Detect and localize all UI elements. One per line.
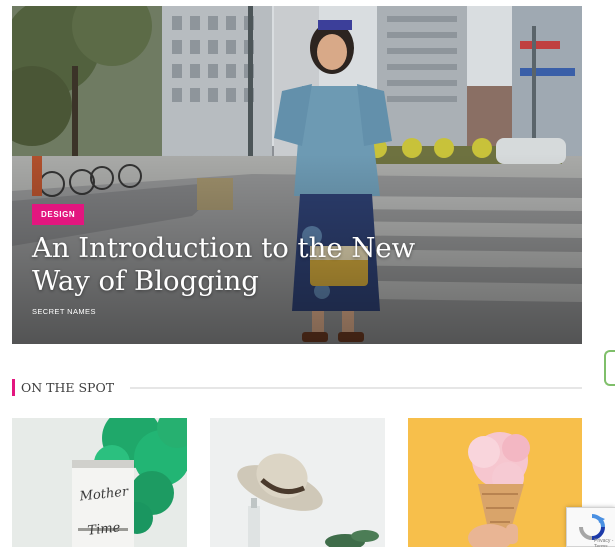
- hero-post-title[interactable]: An Introduction to the New Way of Bloggi…: [32, 232, 472, 298]
- hero-post-author[interactable]: Secret Names: [32, 307, 96, 316]
- category-badge[interactable]: Design: [32, 204, 85, 225]
- recaptcha-caption[interactable]: Privacy - Terms: [594, 538, 615, 547]
- post-card-3[interactable]: [408, 418, 582, 547]
- section-header: ON THE SPOT: [12, 377, 582, 399]
- section-accent-bar: [12, 379, 15, 396]
- post-card-2[interactable]: [210, 418, 385, 547]
- hero-post[interactable]: Design An Introduction to the New Way of…: [12, 6, 582, 344]
- recaptcha-icon: [579, 514, 605, 540]
- section-divider: [130, 387, 582, 389]
- section-title: ON THE SPOT: [21, 380, 115, 395]
- post-card-2-image: [210, 418, 385, 547]
- post-card-3-image: [408, 418, 582, 547]
- side-feedback-tab[interactable]: [604, 350, 615, 386]
